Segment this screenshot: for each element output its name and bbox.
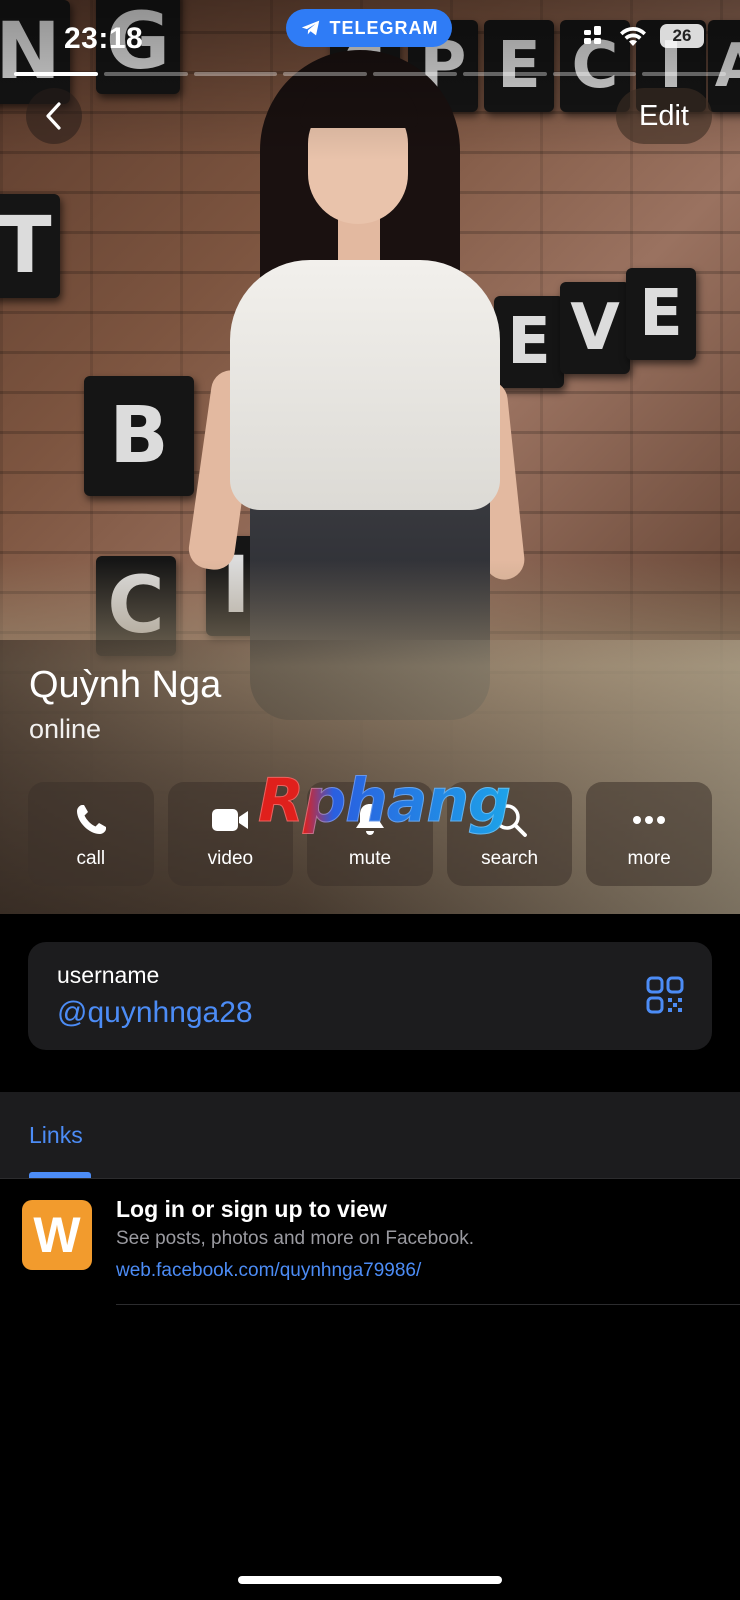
call-label: call	[76, 848, 106, 869]
sign-tile: E	[626, 268, 696, 360]
ellipsis-icon	[633, 816, 666, 824]
search-label: search	[481, 848, 539, 869]
telegram-pill-label: TELEGRAM	[329, 17, 439, 38]
username-value[interactable]: @quynhnga28	[57, 996, 253, 1030]
watermark-logo: Rphang	[257, 766, 511, 837]
more-button[interactable]: more	[586, 782, 712, 886]
tab-links[interactable]: Links	[29, 1122, 83, 1149]
link-thumbnail: W	[22, 1200, 92, 1270]
media-tabs-bar: Links	[0, 1092, 740, 1178]
video-label: video	[207, 848, 254, 869]
photo-progress-segment	[552, 72, 637, 76]
photo-progress-segment	[283, 72, 367, 76]
photo-progress-segment	[373, 72, 457, 76]
link-title: Log in or sign up to view	[116, 1196, 387, 1222]
divider	[0, 1178, 740, 1179]
edit-button[interactable]: Edit	[616, 88, 712, 144]
photo-progress-segment	[193, 72, 278, 76]
photo-progress-segment	[103, 72, 188, 76]
link-url[interactable]: web.facebook.com/quynhnga79986/	[116, 1260, 421, 1282]
call-button[interactable]: call	[28, 782, 154, 886]
photo-progress-bar	[14, 72, 726, 76]
battery-indicator: 26	[660, 24, 704, 48]
sign-tile: V	[560, 282, 630, 374]
qr-code-icon[interactable]	[646, 976, 684, 1014]
back-button[interactable]	[26, 88, 82, 144]
photo-progress-segment	[642, 72, 726, 76]
status-time: 23:18	[64, 22, 144, 55]
profile-name: Quỳnh Nga	[29, 664, 222, 706]
more-label: more	[627, 848, 671, 869]
username-card[interactable]: username @quynhnga28	[28, 942, 712, 1050]
wifi-icon	[620, 26, 646, 46]
home-indicator[interactable]	[238, 1576, 502, 1584]
photo-progress-segment	[462, 72, 547, 76]
profile-status: online	[29, 714, 102, 744]
divider	[116, 1304, 740, 1305]
chevron-left-icon	[46, 102, 61, 130]
sign-tile: T	[0, 194, 60, 298]
link-description: See posts, photos and more on Facebook.	[116, 1228, 475, 1249]
telegram-profile-screen: N G S P E C I A T B E V E C I 23:18	[0, 0, 740, 1600]
telegram-app-pill[interactable]: TELEGRAM	[286, 9, 452, 47]
sign-tile: B	[84, 376, 194, 496]
video-camera-icon	[212, 809, 249, 831]
link-item[interactable]: W Log in or sign up to view See posts, p…	[0, 1180, 740, 1304]
phone-icon	[76, 805, 106, 834]
photo-progress-segment	[14, 72, 98, 76]
username-label: username	[57, 962, 160, 988]
status-icons: 26	[584, 24, 704, 48]
mute-label: mute	[348, 848, 392, 869]
telegram-plane-icon	[301, 20, 319, 36]
cellular-signal-icon	[584, 26, 601, 44]
